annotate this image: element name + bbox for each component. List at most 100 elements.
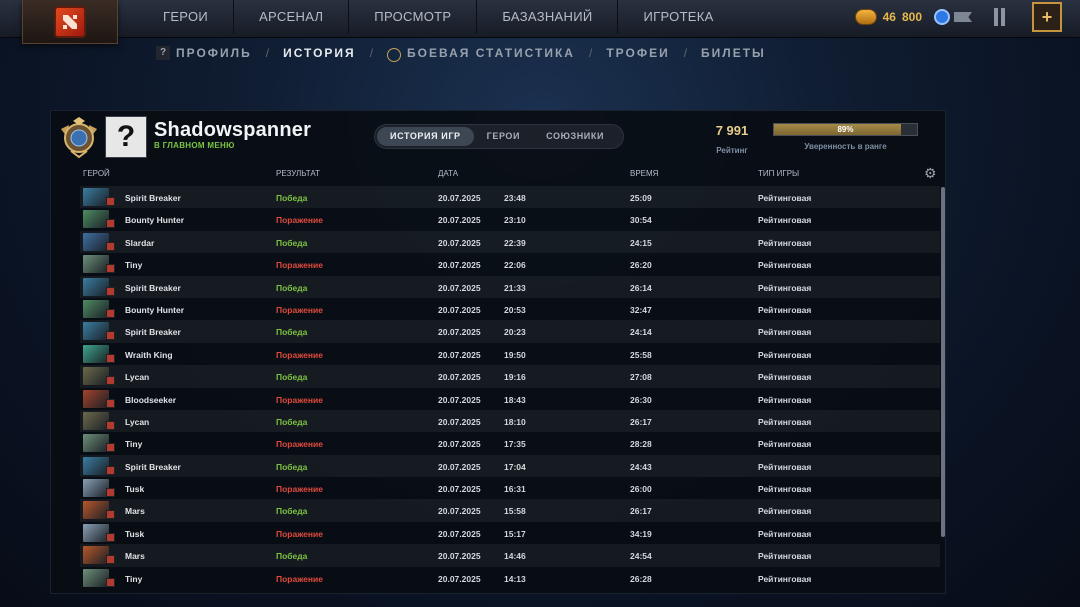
match-mode: Рейтинговая (758, 327, 812, 338)
col-time[interactable]: ВРЕМЯ (630, 169, 658, 178)
player-status: В ГЛАВНОМ МЕНЮ (154, 141, 235, 150)
table-row[interactable]: Bloodseeker Поражение 20.07.2025 18:43 26:30… (80, 388, 940, 410)
table-row[interactable]: Mars Победа 20.07.2025 14:46 24:54 Рейтингова… (80, 544, 940, 567)
lane-role-icon (106, 465, 115, 475)
table-row[interactable]: Tusk Поражение 20.07.2025 15:17 34:19 Рейтинг… (80, 522, 940, 544)
nav-watch[interactable]: ПРОСМОТР (349, 0, 478, 34)
match-result: Поражение (276, 260, 323, 271)
match-duration: 24:54 (630, 551, 652, 562)
table-row[interactable]: Spirit Breaker Победа 20.07.2025 23:48 25:09… (80, 186, 940, 209)
match-duration: 30:54 (630, 215, 652, 226)
match-mode: Рейтинговая (758, 372, 812, 383)
match-result: Победа (276, 237, 308, 248)
table-row[interactable]: Bounty Hunter Поражение 20.07.2025 20:53 32:… (80, 298, 940, 320)
table-row[interactable]: Lycan Победа 20.07.2025 19:16 27:08 Рейтингов… (80, 365, 940, 388)
match-start-time: 17:35 (504, 439, 526, 450)
nav-learn[interactable]: БАЗАЗНАНИЙ (477, 0, 619, 34)
gear-icon[interactable]: ⚙ (924, 166, 938, 180)
match-result: Поражение (276, 573, 323, 584)
hero-name: Mars (125, 551, 145, 562)
nav-heroes[interactable]: ГЕРОИ (138, 0, 235, 34)
confidence-bar: 89% (773, 123, 918, 136)
match-duration: 26:30 (630, 394, 652, 405)
subnav-battle-stats[interactable]: БОЕВАЯ СТАТИСТИКА (407, 46, 575, 60)
match-start-time: 21:33 (504, 282, 526, 293)
col-mode[interactable]: ТИП ИГРЫ (758, 169, 799, 178)
party-icon[interactable] (994, 8, 1012, 26)
tab-allies[interactable]: СОЮЗНИКИ (533, 127, 617, 146)
match-date: 20.07.2025 (438, 528, 481, 539)
table-row[interactable]: Lycan Победа 20.07.2025 18:10 26:17 Рейтингов… (80, 409, 940, 433)
subnav-trophies[interactable]: ТРОФЕИ (606, 46, 669, 60)
lane-role-icon (106, 577, 115, 587)
flag-icon[interactable] (954, 12, 972, 22)
chat-icon[interactable] (934, 9, 950, 25)
match-mode: Рейтинговая (758, 304, 812, 315)
lane-role-icon (106, 308, 115, 318)
tab-heroes[interactable]: ГЕРОИ (474, 127, 533, 146)
match-duration: 24:15 (630, 237, 652, 248)
nav-arcade[interactable]: ИГРОТЕКА (618, 0, 738, 34)
currency-display[interactable]: 46 800 (883, 10, 922, 24)
table-row[interactable]: Spirit Breaker Победа 20.07.2025 21:33 26:14… (80, 275, 940, 298)
table-row[interactable]: Bounty Hunter Поражение 20.07.2025 23:10 30:… (80, 208, 940, 230)
table-row[interactable]: Tiny Поражение 20.07.2025 17:35 28:28 Рейтинг… (80, 432, 940, 454)
shards-icon[interactable] (854, 9, 877, 25)
match-date: 20.07.2025 (438, 282, 481, 293)
hero-name: Mars (125, 506, 145, 517)
subnav-profile[interactable]: ПРОФИЛЬ (176, 46, 252, 60)
table-row[interactable]: Mars Победа 20.07.2025 15:58 26:17 Рейтингова… (80, 499, 940, 522)
col-date[interactable]: ДАТА (438, 169, 458, 178)
match-result: Победа (276, 551, 308, 562)
rating-value: 7 991 (715, 123, 749, 138)
history-tabs: ИСТОРИЯ ИГР ГЕРОИ СОЮЗНИКИ (374, 124, 624, 149)
match-start-time: 23:10 (504, 215, 526, 226)
match-start-time: 14:46 (504, 551, 526, 562)
match-mode: Рейтинговая (758, 416, 812, 427)
match-mode: Рейтинговая (758, 394, 812, 405)
hero-name: Tiny (125, 573, 143, 584)
match-start-time: 19:50 (504, 349, 526, 360)
match-history-panel: ? Shadowspanner В ГЛАВНОМ МЕНЮ ИСТОРИЯ И… (50, 110, 946, 594)
table-row[interactable]: Wraith King Поражение 20.07.2025 19:50 25:58… (80, 343, 940, 365)
lane-role-icon (106, 420, 115, 430)
col-hero[interactable]: ГЕРОЙ (83, 169, 110, 178)
match-result: Поражение (276, 304, 323, 315)
hero-name: Bounty Hunter (125, 215, 185, 226)
hero-name: Lycan (125, 372, 150, 383)
dota-logo-button[interactable] (22, 0, 118, 44)
profile-header: ? Shadowspanner В ГЛАВНОМ МЕНЮ ИСТОРИЯ И… (51, 111, 947, 161)
match-date: 20.07.2025 (438, 416, 481, 427)
table-row[interactable]: Tusk Поражение 20.07.2025 16:31 26:00 Рейтинг… (80, 477, 940, 499)
match-date: 20.07.2025 (438, 573, 481, 584)
table-row[interactable]: Slardar Победа 20.07.2025 22:39 24:15 Рейтинг… (80, 230, 940, 254)
col-result[interactable]: РЕЗУЛЬТАТ (276, 169, 320, 178)
scrollbar[interactable] (941, 187, 945, 537)
subnav-tickets[interactable]: БИЛЕТЫ (701, 46, 766, 60)
match-duration: 25:09 (630, 193, 652, 203)
match-date: 20.07.2025 (438, 193, 481, 203)
match-start-time: 14:13 (504, 573, 526, 584)
nav-armory[interactable]: АРСЕНАЛ (234, 0, 350, 34)
hero-name: Tusk (125, 484, 145, 495)
match-date: 20.07.2025 (438, 484, 481, 495)
match-result: Поражение (276, 215, 323, 226)
battle-stats-icon (387, 48, 402, 62)
lane-role-icon (106, 264, 115, 274)
confidence-label: Уверенность в ранге (804, 142, 887, 151)
table-row[interactable]: Tiny Поражение 20.07.2025 22:06 26:20 Рейтинг… (80, 253, 940, 275)
dota-plus-icon[interactable]: + (1032, 2, 1062, 32)
table-row[interactable]: Spirit Breaker Победа 20.07.2025 17:04 24:43… (80, 454, 940, 478)
rank-medal-icon[interactable] (57, 115, 101, 159)
avatar[interactable]: ? (105, 116, 147, 158)
lane-role-icon (106, 488, 115, 498)
table-row[interactable]: Spirit Breaker Победа 20.07.2025 20:23 24:14… (80, 320, 940, 343)
match-result: Победа (276, 461, 308, 472)
table-row[interactable]: Tiny Поражение 20.07.2025 14:13 26:28 Рейтинг… (80, 567, 940, 589)
match-duration: 26:28 (630, 573, 652, 584)
currency-b: 800 (901, 10, 922, 24)
match-mode: Рейтинговая (758, 439, 812, 450)
tab-match-history[interactable]: ИСТОРИЯ ИГР (377, 127, 474, 146)
subnav-history[interactable]: ИСТОРИЯ (283, 46, 356, 60)
match-start-time: 22:06 (504, 260, 526, 271)
